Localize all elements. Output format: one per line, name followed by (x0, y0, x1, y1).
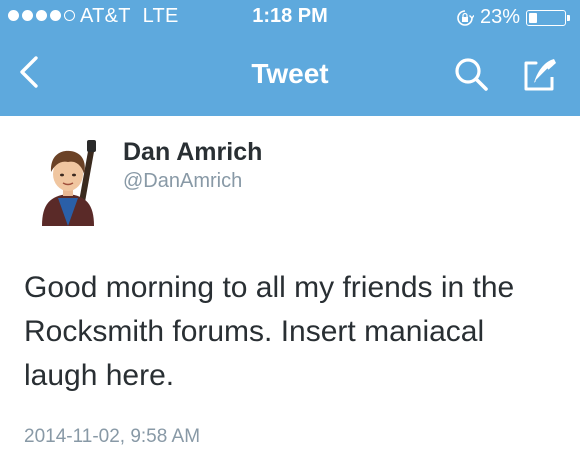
page-title: Tweet (251, 58, 329, 89)
battery-fill (529, 12, 537, 23)
battery-icon (526, 9, 570, 26)
compose-icon (524, 59, 556, 91)
battery-cap (567, 14, 570, 21)
battery-percent: 23% (479, 6, 520, 28)
compose-tweet-button[interactable] (518, 53, 562, 97)
tweet-detail-screen: AT&T LTE 1:18 PM 23% Tweet Dan Amrich @D… (0, 0, 580, 467)
author-handle[interactable]: @DanAmrich (123, 170, 242, 193)
author-name[interactable]: Dan Amrich (123, 138, 262, 167)
avatar[interactable] (36, 138, 100, 228)
status-right: 23% (456, 6, 570, 29)
tweet-text: Good morning to all my friends in the Ro… (24, 271, 515, 392)
rotation-lock-icon (457, 9, 474, 26)
navigation-bar: Tweet (0, 36, 580, 116)
tweet-timestamp: 2014-11-02, 9:58 AM (24, 426, 201, 447)
avatar-image (42, 140, 96, 226)
search-button[interactable] (452, 55, 492, 95)
search-icon (455, 58, 488, 91)
status-bar: AT&T LTE 1:18 PM 23% (0, 0, 580, 36)
top-bar: AT&T LTE 1:18 PM 23% Tweet (0, 0, 580, 116)
